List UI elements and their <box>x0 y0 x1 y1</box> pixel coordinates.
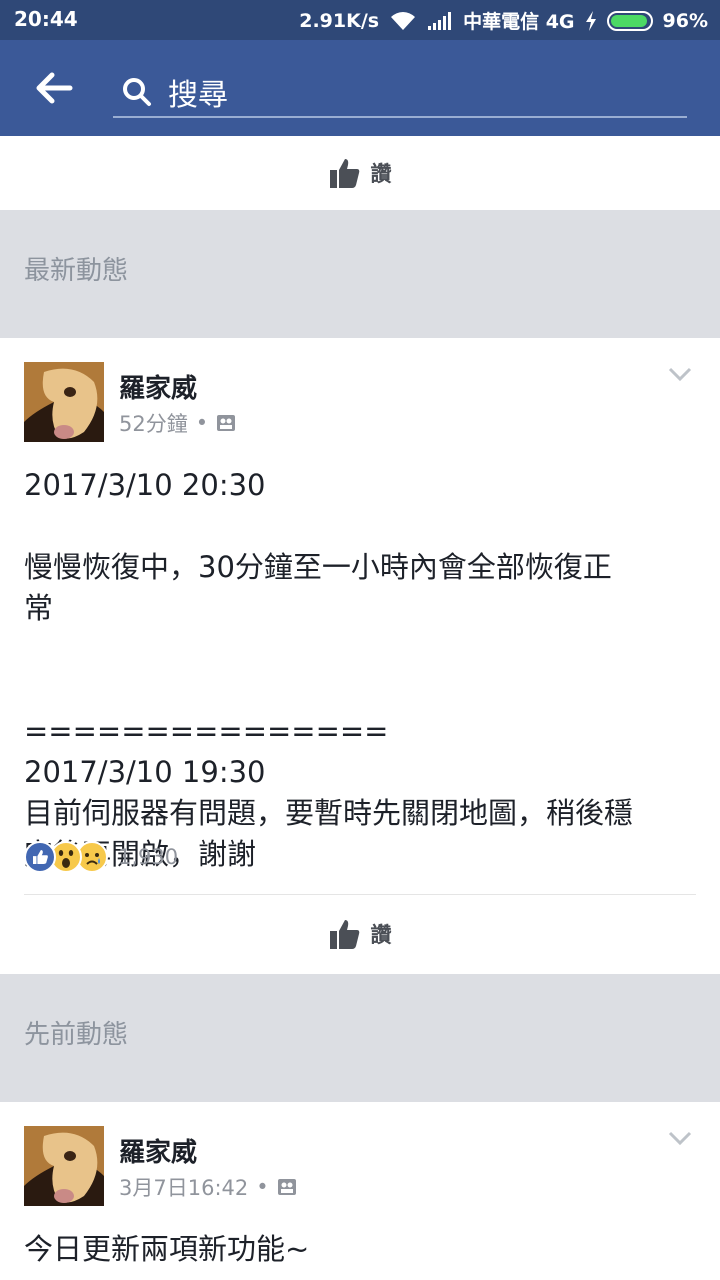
post-time[interactable]: 3月7日16:42 <box>119 1172 248 1202</box>
chevron-down-icon[interactable] <box>668 366 692 382</box>
chevron-down-icon[interactable] <box>668 1130 692 1146</box>
author-name[interactable]: 羅家威 <box>119 368 197 405</box>
like-label: 讚 <box>370 162 392 186</box>
post-time[interactable]: 52分鐘 <box>119 408 188 438</box>
carrier-label: 中華電信 4G <box>463 11 575 33</box>
post-meta: 52分鐘 • <box>119 408 236 438</box>
reaction-count: 1,930 <box>118 845 179 869</box>
charging-bolt-icon <box>585 10 597 31</box>
like-reaction-icon <box>24 841 56 873</box>
battery-icon <box>606 10 653 31</box>
post-card: 羅家威 52分鐘 • 2017/3/10 20:30 慢慢恢復中，30分鐘至一小… <box>0 338 720 975</box>
like-button[interactable]: 讚 <box>0 136 720 210</box>
separator-dot: • <box>195 411 209 435</box>
post-body: 今日更新兩項新功能~ <box>24 1232 310 1266</box>
section-title: 最新動態 <box>24 256 129 286</box>
signal-icon <box>427 11 453 31</box>
wifi-icon <box>389 10 417 32</box>
status-bar: 20:44 2.91K/s 中華電信 4G 96% <box>0 0 720 40</box>
post-body: 2017/3/10 20:30 慢慢恢復中，30分鐘至一小時內會全部恢復正 常 … <box>24 468 634 871</box>
search-placeholder: 搜尋 <box>168 78 228 113</box>
post-meta: 3月7日16:42 • <box>119 1172 297 1202</box>
battery-fill <box>610 14 647 27</box>
separator-dot: • <box>256 1175 269 1199</box>
like-button[interactable]: 讚 <box>0 896 720 972</box>
battery-percent: 96% <box>662 9 708 32</box>
public-page-icon <box>217 415 236 431</box>
thumbs-up-icon <box>329 159 359 188</box>
avatar[interactable] <box>24 1126 104 1206</box>
section-header-previous: 先前動態 <box>0 974 720 1102</box>
app-bar: 搜尋 <box>0 40 720 136</box>
section-title: 先前動態 <box>24 1020 129 1050</box>
avatar[interactable] <box>24 362 104 442</box>
reactions-summary[interactable]: 1,930 <box>24 841 178 873</box>
section-header-recent: 最新動態 <box>0 210 720 338</box>
author-name[interactable]: 羅家威 <box>119 1132 197 1169</box>
status-time: 20:44 <box>14 7 78 31</box>
post-card: 羅家威 3月7日16:42 • 今日更新兩項新功能~ <box>0 1102 720 1280</box>
like-label: 讚 <box>370 923 392 947</box>
network-speed: 2.91K/s <box>299 9 380 32</box>
status-right-group: 2.91K/s 中華電信 4G 96% <box>289 7 708 34</box>
public-page-icon <box>277 1179 296 1195</box>
search-icon <box>121 76 153 112</box>
search-input[interactable]: 搜尋 <box>113 68 687 118</box>
thumbs-up-icon <box>329 920 359 949</box>
divider <box>24 894 696 895</box>
back-arrow-icon[interactable] <box>34 70 74 106</box>
